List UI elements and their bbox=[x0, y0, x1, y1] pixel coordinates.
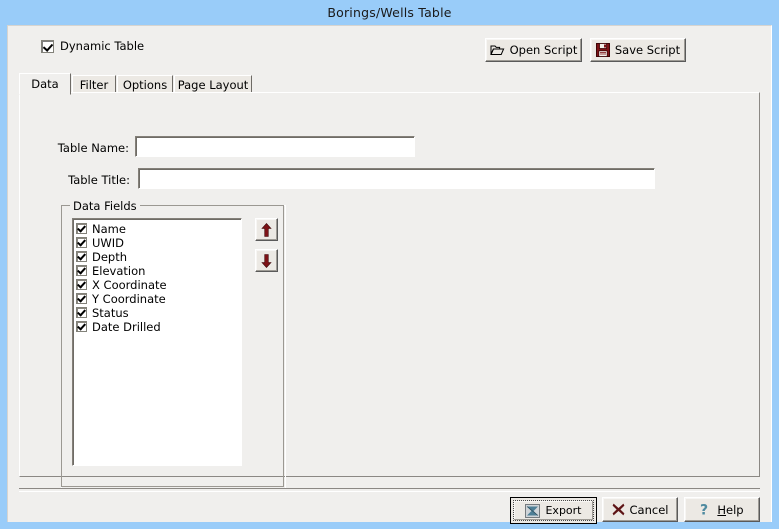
dialog-window: Borings/Wells Table Dynamic Table Open S… bbox=[0, 0, 779, 529]
title-bar: Borings/Wells Table bbox=[0, 0, 779, 25]
table-name-input[interactable] bbox=[135, 136, 415, 157]
list-item[interactable]: Date Drilled bbox=[76, 320, 241, 334]
svg-text:?: ? bbox=[700, 503, 708, 518]
export-button-focus-ring: Export bbox=[513, 500, 594, 521]
table-title-input[interactable] bbox=[138, 168, 655, 189]
cancel-button[interactable]: Cancel bbox=[602, 497, 678, 522]
list-item-label: Date Drilled bbox=[92, 319, 161, 334]
checkbox-checked-icon[interactable] bbox=[76, 265, 87, 277]
dynamic-table-label: Dynamic Table bbox=[60, 39, 145, 53]
help-button[interactable]: ? Help bbox=[684, 497, 760, 522]
list-item-label: Elevation bbox=[92, 263, 146, 278]
floppy-disk-icon bbox=[595, 43, 610, 57]
list-item-label: X Coordinate bbox=[92, 277, 167, 292]
tab-data-label: Data bbox=[31, 77, 59, 91]
export-button[interactable]: Export bbox=[510, 497, 597, 524]
tab-options-label: Options bbox=[122, 78, 168, 92]
list-item-label: UWID bbox=[92, 235, 125, 250]
list-item[interactable]: Depth bbox=[76, 250, 241, 264]
list-item[interactable]: X Coordinate bbox=[76, 278, 241, 292]
help-label: Help bbox=[717, 503, 743, 517]
checkbox-checked-icon[interactable] bbox=[76, 251, 87, 263]
table-title-label: Table Title: bbox=[68, 173, 130, 187]
move-field-down-button[interactable] bbox=[255, 249, 278, 272]
list-item[interactable]: Y Coordinate bbox=[76, 292, 241, 306]
cancel-label: Cancel bbox=[629, 502, 669, 517]
tab-page-layout-label: Page Layout bbox=[177, 78, 249, 92]
dialog-client-area: Dynamic Table Open Script Save Script Da… bbox=[7, 25, 772, 524]
list-item-label: Status bbox=[92, 305, 129, 320]
list-item[interactable]: Status bbox=[76, 306, 241, 320]
list-item[interactable]: UWID bbox=[76, 236, 241, 250]
list-item[interactable]: Name bbox=[76, 222, 241, 236]
help-hotkey: H bbox=[717, 502, 727, 517]
window-title: Borings/Wells Table bbox=[327, 5, 452, 20]
checkbox-checked-icon[interactable] bbox=[76, 237, 87, 249]
data-tab-page: Table Name: Table Title: Data Fields Nam… bbox=[19, 92, 760, 489]
checkbox-checked-icon[interactable] bbox=[76, 279, 87, 291]
checkbox-checked-icon[interactable] bbox=[76, 307, 87, 319]
list-item[interactable]: Elevation bbox=[76, 264, 241, 278]
tab-data[interactable]: Data bbox=[19, 73, 71, 95]
save-script-label: Save Script bbox=[614, 43, 681, 57]
open-script-button[interactable]: Open Script bbox=[485, 38, 582, 62]
save-script-button[interactable]: Save Script bbox=[590, 38, 686, 62]
data-fields-listbox[interactable]: Name UWID Depth Elevation X Coordinate Y… bbox=[72, 218, 242, 466]
help-rest: elp bbox=[726, 502, 744, 517]
data-fields-group-label: Data Fields bbox=[70, 199, 140, 213]
checkbox-checked-icon[interactable] bbox=[76, 223, 87, 235]
checkbox-checked-icon[interactable] bbox=[41, 39, 54, 53]
export-label: Export bbox=[545, 504, 582, 517]
tab-strip: Data Filter Options Page Layout bbox=[19, 73, 760, 95]
list-item-label: Depth bbox=[92, 249, 128, 264]
folder-open-icon bbox=[489, 44, 505, 56]
table-name-label: Table Name: bbox=[57, 141, 129, 155]
question-mark-icon: ? bbox=[700, 502, 712, 518]
arrow-up-icon bbox=[261, 222, 272, 237]
arrow-down-icon bbox=[261, 253, 272, 268]
x-mark-icon bbox=[612, 503, 625, 516]
open-script-label: Open Script bbox=[509, 43, 578, 57]
tab-filter-label: Filter bbox=[79, 78, 109, 92]
data-fields-groupbox: Data Fields Name UWID Depth Elevation X … bbox=[61, 199, 286, 489]
move-field-up-button[interactable] bbox=[255, 218, 278, 241]
footer-divider bbox=[19, 488, 760, 492]
checkbox-checked-icon[interactable] bbox=[76, 293, 87, 305]
dynamic-table-checkbox[interactable]: Dynamic Table bbox=[41, 39, 144, 53]
list-item-label: Y Coordinate bbox=[92, 291, 166, 306]
export-icon bbox=[525, 503, 541, 518]
list-item-label: Name bbox=[92, 221, 126, 236]
checkbox-checked-icon[interactable] bbox=[76, 321, 87, 333]
